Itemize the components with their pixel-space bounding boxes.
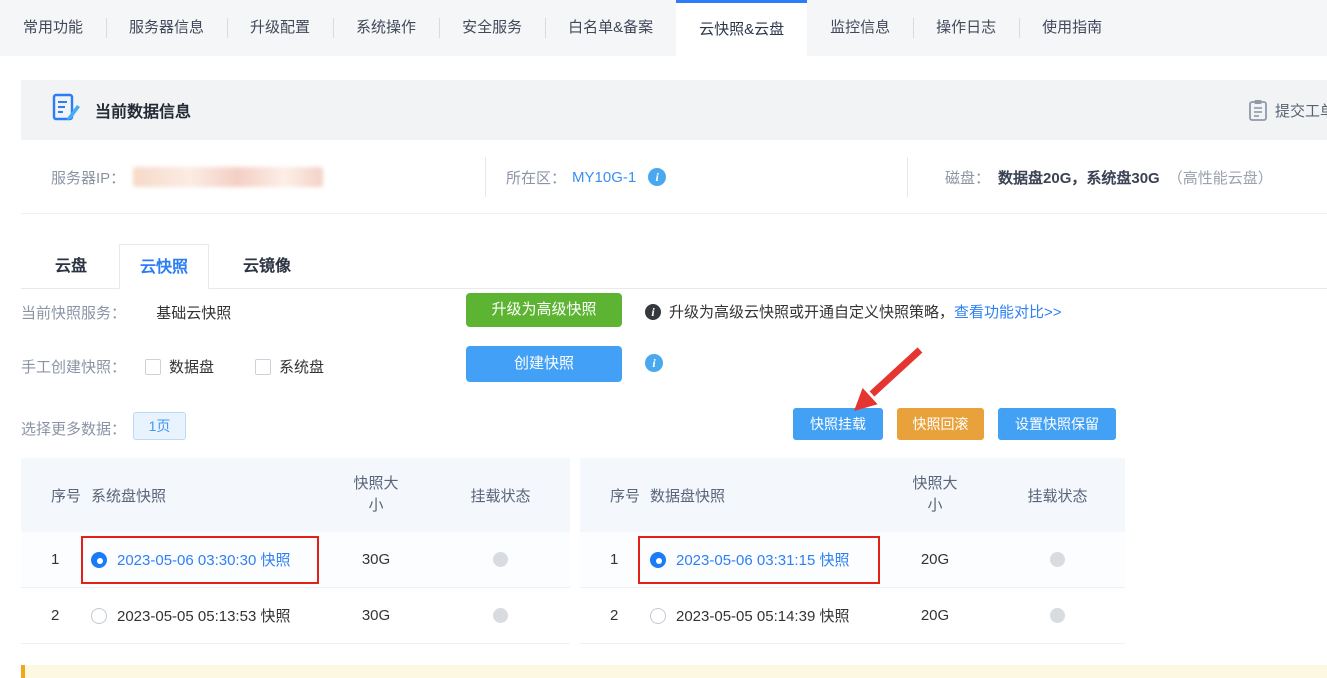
snapshot-size: 20G [880, 551, 990, 568]
snapshot-mount-button[interactable]: 快照挂载 [793, 408, 883, 440]
row-index: 1 [580, 551, 650, 568]
nav-tab-server-info[interactable]: 服务器信息 [106, 0, 227, 56]
mount-status-dot [493, 608, 508, 623]
col-status: 挂载状态 [431, 485, 570, 506]
header-bar: 当前数据信息 提交工单 [21, 80, 1327, 140]
col-status: 挂载状态 [990, 485, 1125, 506]
manual-create-row: 手工创建快照： 数据盘 系统盘 创建快照 i [21, 356, 1327, 377]
row-index: 2 [21, 607, 91, 624]
more-data-label: 选择更多数据： [21, 421, 126, 438]
system-disk-option[interactable]: 系统盘 [255, 356, 324, 377]
nav-tab-whitelist[interactable]: 白名单&备案 [545, 0, 676, 56]
snapshot-radio[interactable] [650, 552, 666, 568]
manual-create-label: 手工创建快照： [21, 359, 126, 376]
disk-value: 数据盘20G，系统盘30G [998, 167, 1160, 188]
more-data-row: 选择更多数据： 1页 [21, 418, 1327, 439]
create-snapshot-info-icon[interactable]: i [645, 354, 663, 372]
data-disk-option-label: 数据盘 [169, 359, 214, 376]
submit-ticket-label: 提交工单 [1275, 100, 1327, 121]
data-disk-option[interactable]: 数据盘 [145, 356, 214, 377]
zone-field: 所在区： MY10G-1 i [506, 140, 666, 214]
col-name: 系统盘快照 [91, 485, 321, 506]
upgrade-info-icon: i [645, 304, 661, 320]
snapshot-size: 30G [321, 607, 431, 624]
page-title: 当前数据信息 [95, 98, 191, 122]
col-index: 序号 [21, 485, 91, 506]
server-ip-field: 服务器IP： [51, 140, 323, 214]
divider [485, 157, 486, 197]
snapshot-service-row: 当前快照服务： 基础云快照 升级为高级快照 i 升级为高级云快照或开通自定义快照… [21, 302, 1327, 323]
zone-label: 所在区： [506, 167, 566, 188]
table-row: 1 2023-05-06 03:31:15 快照 20G [580, 532, 1125, 588]
nav-tab-system-ops[interactable]: 系统操作 [333, 0, 439, 56]
disk-note: （高性能云盘） [1168, 167, 1273, 188]
table-header: 序号 数据盘快照 快照大小 挂载状态 [580, 458, 1125, 532]
col-name: 数据盘快照 [650, 485, 880, 506]
upgrade-tip-text: 升级为高级云快照或开通自定义快照策略， [669, 301, 954, 322]
nav-tab-snapshot-disk[interactable]: 云快照&云盘 [676, 0, 807, 56]
disk-label: 磁盘： [945, 167, 990, 188]
data-disk-checkbox[interactable] [145, 359, 161, 375]
snapshot-rollback-button[interactable]: 快照回滚 [897, 408, 984, 440]
row-index: 1 [21, 551, 91, 568]
table-row: 1 2023-05-06 03:30:30 快照 30G [21, 532, 570, 588]
system-disk-checkbox[interactable] [255, 359, 271, 375]
nav-tab-logs[interactable]: 操作日志 [913, 0, 1019, 56]
tab-cloud-snapshot[interactable]: 云快照 [119, 244, 209, 290]
snapshot-radio[interactable] [91, 608, 107, 624]
snapshot-name[interactable]: 2023-05-05 05:14:39 快照 [676, 605, 849, 626]
document-edit-icon [51, 93, 81, 128]
nav-tab-guide[interactable]: 使用指南 [1019, 0, 1125, 56]
col-size: 快照大小 [880, 473, 990, 518]
data-snapshot-table: 序号 数据盘快照 快照大小 挂载状态 1 2023-05-06 03:31:15… [580, 458, 1125, 644]
tab-cloud-image[interactable]: 云镜像 [223, 244, 311, 289]
notice-strip [21, 665, 1327, 678]
system-disk-option-label: 系统盘 [279, 359, 324, 376]
create-snapshot-button[interactable]: 创建快照 [466, 346, 622, 382]
mount-status-dot [1050, 552, 1065, 567]
nav-tab-common[interactable]: 常用功能 [0, 0, 106, 56]
snapshot-name[interactable]: 2023-05-05 05:13:53 快照 [117, 605, 290, 626]
snapshot-radio[interactable] [91, 552, 107, 568]
nav-tab-monitor[interactable]: 监控信息 [807, 0, 913, 56]
system-snapshot-table: 序号 系统盘快照 快照大小 挂载状态 1 2023-05-06 03:30:30… [21, 458, 570, 644]
col-index: 序号 [580, 485, 650, 506]
divider [907, 157, 908, 197]
submit-ticket-button[interactable]: 提交工单 [1248, 80, 1327, 140]
table-row: 2 2023-05-05 05:13:53 快照 30G [21, 588, 570, 644]
snapshot-size: 20G [880, 607, 990, 624]
snapshot-radio[interactable] [650, 608, 666, 624]
snapshot-size: 30G [321, 551, 431, 568]
feature-compare-link[interactable]: 查看功能对比>> [954, 301, 1062, 322]
tab-cloud-disk[interactable]: 云盘 [35, 244, 107, 289]
clipboard-icon [1248, 99, 1268, 121]
mount-status-dot [1050, 608, 1065, 623]
zone-info-icon[interactable]: i [648, 168, 666, 186]
snapshot-name-link[interactable]: 2023-05-06 03:31:15 快照 [676, 549, 849, 570]
snapshot-name-link[interactable]: 2023-05-06 03:30:30 快照 [117, 549, 290, 570]
page-1-button[interactable]: 1页 [133, 412, 186, 440]
nav-tab-security[interactable]: 安全服务 [439, 0, 545, 56]
table-header: 序号 系统盘快照 快照大小 挂载状态 [21, 458, 570, 532]
disk-field: 磁盘： 数据盘20G，系统盘30G （高性能云盘） [945, 140, 1273, 214]
snapshot-retention-button[interactable]: 设置快照保留 [998, 408, 1116, 440]
row-index: 2 [580, 607, 650, 624]
server-info-row: 服务器IP： 所在区： MY10G-1 i 磁盘： 数据盘20G，系统盘30G … [21, 140, 1327, 214]
sub-tabs: 云盘 云快照 云镜像 [21, 244, 1327, 289]
upgrade-snapshot-button[interactable]: 升级为高级快照 [466, 293, 622, 327]
snapshot-service-value: 基础云快照 [156, 305, 231, 322]
snapshot-service-label: 当前快照服务： [21, 305, 126, 322]
nav-tab-upgrade[interactable]: 升级配置 [227, 0, 333, 56]
server-ip-label: 服务器IP： [51, 167, 125, 188]
zone-value: MY10G-1 [572, 169, 636, 186]
mount-status-dot [493, 552, 508, 567]
table-row: 2 2023-05-05 05:14:39 快照 20G [580, 588, 1125, 644]
top-nav: 常用功能 服务器信息 升级配置 系统操作 安全服务 白名单&备案 云快照&云盘 … [0, 0, 1327, 56]
col-size: 快照大小 [321, 473, 431, 518]
server-ip-redacted [133, 167, 323, 187]
